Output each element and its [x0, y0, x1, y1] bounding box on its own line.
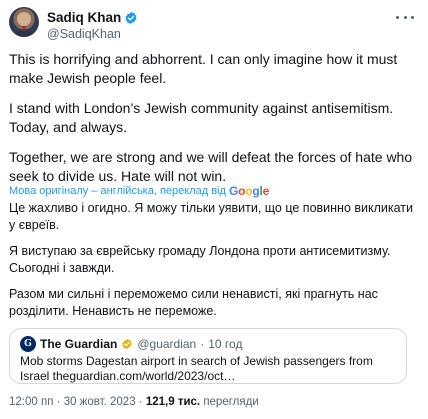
author-name-text[interactable]: Sadiq Khan	[47, 10, 121, 25]
quoted-author-handle: @guardian	[137, 337, 197, 351]
author-name[interactable]: Sadiq Khan	[47, 10, 138, 25]
tweet-paragraph-1: This is horrifying and abhorrent. I can …	[9, 51, 398, 86]
translation-label[interactable]: Мова оригіналу – англійська, переклад ві…	[9, 185, 226, 197]
tweet-paragraph-2: I stand with London’s Jewish community a…	[9, 100, 394, 135]
views-label: перегляди	[203, 396, 259, 408]
avatar[interactable]	[9, 7, 39, 37]
gold-verified-badge-icon	[121, 338, 133, 350]
views-count: 121,9 тис.	[145, 396, 201, 408]
quoted-tweet[interactable]: G The Guardian @guardian · 10 год Mob st…	[9, 328, 407, 384]
quoted-tweet-text: Mob storms Dagestan airport in search of…	[20, 354, 373, 383]
quoted-tweet-age: 10 год	[208, 337, 243, 351]
quoted-author-name: The Guardian	[40, 337, 118, 351]
tweet-time[interactable]: 12:00 пп	[9, 396, 53, 408]
google-logo: Google	[228, 184, 270, 198]
meta-separator: ·	[56, 396, 61, 408]
translation-attribution[interactable]: Мова оригіналу – англійська, переклад ві…	[9, 184, 269, 198]
more-options-icon[interactable]	[396, 10, 414, 24]
meta-separator-2: ·	[138, 396, 143, 408]
author-handle[interactable]: @SadiqKhan	[47, 27, 121, 41]
translated-paragraph-2: Я виступаю за єврейську громаду Лондона …	[9, 244, 391, 275]
translated-paragraph-3: Разом ми сильні і переможемо сили ненави…	[9, 287, 378, 318]
translated-paragraph-1: Це жахливо і огидно. Я можу тільки уявит…	[9, 201, 414, 232]
tweet-date[interactable]: 30 жовт. 2023	[64, 396, 136, 408]
quoted-meta-separator: ·	[200, 337, 205, 351]
quoted-tweet-header: G The Guardian @guardian · 10 год	[20, 336, 242, 352]
tweet-paragraph-3: Together, we are strong and we will defe…	[9, 149, 413, 184]
guardian-avatar: G	[20, 336, 36, 352]
tweet-meta: 12:00 пп · 30 жовт. 2023 · 121,9 тис. пе…	[9, 396, 259, 408]
tweet-card: Sadiq Khan @SadiqKhan This is horrifying…	[0, 0, 428, 419]
verified-badge-icon	[124, 11, 138, 25]
